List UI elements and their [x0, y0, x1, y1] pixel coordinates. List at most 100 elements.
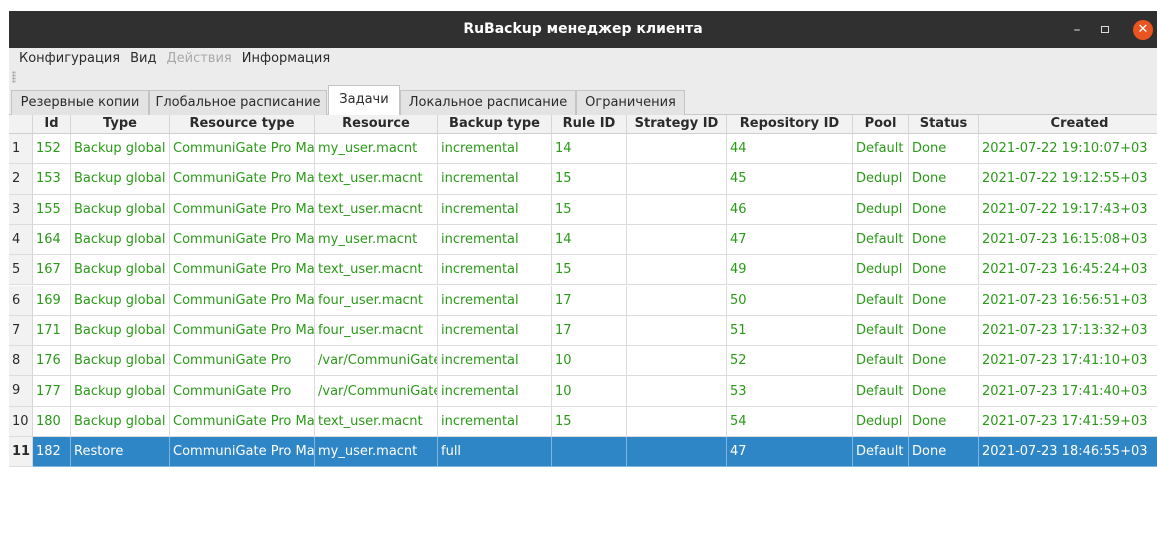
cell-strategy-id	[627, 406, 727, 437]
cell-strategy-id	[627, 255, 727, 286]
cell-resource: my_user.macnt	[315, 134, 438, 165]
row-number[interactable]: 1	[9, 134, 33, 165]
cell-backup-type: incremental	[438, 194, 552, 225]
toolbar-grip-handle[interactable]	[12, 71, 16, 83]
column-header-id[interactable]: Id	[33, 115, 71, 134]
tasks-table: Id Type Resource type Resource Backup type Ru…	[9, 115, 1157, 557]
column-header-repository-id[interactable]: Repository ID	[727, 115, 853, 134]
cell-resource-type: CommuniGate Pro Mail	[170, 285, 315, 316]
table-row[interactable]: 169 Backup global CommuniGate Pro Mail four…	[33, 285, 1157, 316]
column-header-created[interactable]: Created	[979, 115, 1157, 134]
cell-strategy-id	[627, 224, 727, 256]
table-row[interactable]: 177 Backup global CommuniGate Pro/var/Comm…	[33, 376, 1157, 407]
close-button[interactable]: ✕	[1133, 11, 1153, 48]
close-icon: ✕	[1133, 19, 1153, 40]
cell-type: Backup global	[71, 224, 170, 256]
row-number[interactable]: 7	[9, 315, 33, 347]
table-row[interactable]: 152 Backup global CommuniGate Pro Mail my_u…	[33, 134, 1157, 165]
column-header-resource[interactable]: Resource	[315, 115, 438, 134]
table-row[interactable]: 182 Restore CommuniGate Pro Mail my_user.ma…	[33, 437, 1157, 468]
column-header-strategy-id[interactable]: Strategy ID	[627, 115, 727, 134]
row-number[interactable]: 5	[9, 255, 33, 286]
column-header-backup-type[interactable]: Backup type	[438, 115, 552, 134]
menu-information[interactable]: Информация	[242, 51, 330, 66]
cell-strategy-id	[627, 134, 727, 165]
cell-type: Backup global	[71, 134, 170, 165]
row-number[interactable]: 10	[9, 406, 33, 437]
cell-pool: Default	[853, 376, 909, 407]
table-row[interactable]: 164 Backup global CommuniGate Pro Mail my_u…	[33, 224, 1157, 256]
table-row[interactable]: 167 Backup global CommuniGate Pro Mail text…	[33, 255, 1157, 286]
row-number[interactable]: 4	[9, 224, 33, 256]
maximize-icon	[1101, 26, 1109, 33]
cell-type: Backup global	[71, 406, 170, 437]
cell-resource: four_user.macnt	[315, 315, 438, 347]
column-header-status[interactable]: Status	[909, 115, 979, 134]
cell-rule-id: 14	[552, 134, 627, 165]
cell-resource: my_user.macnt	[315, 437, 438, 468]
cell-rule-id: 15	[552, 194, 627, 225]
cell-pool: Default	[853, 285, 909, 316]
cell-repository-id: 44	[727, 134, 853, 165]
cell-resource-type: CommuniGate Pro Mail	[170, 134, 315, 165]
table-row[interactable]: 171 Backup global CommuniGate Pro Mail four…	[33, 315, 1157, 347]
cell-backup-type: incremental	[438, 315, 552, 347]
table-row[interactable]: 155 Backup global CommuniGate Pro Mail text…	[33, 194, 1157, 225]
cell-backup-type: incremental	[438, 285, 552, 316]
cell-status: Done	[909, 437, 979, 468]
column-header-type[interactable]: Type	[71, 115, 170, 134]
row-number[interactable]: 9	[9, 376, 33, 407]
menu-view[interactable]: Вид	[130, 51, 156, 66]
tab-restrictions[interactable]: Ограничения	[576, 90, 685, 115]
cell-type: Backup global	[71, 194, 170, 225]
cell-id: 176	[33, 346, 71, 377]
maximize-button[interactable]	[1092, 11, 1118, 48]
cell-rule-id: 15	[552, 164, 627, 195]
cell-status: Done	[909, 376, 979, 407]
table-row[interactable]: 176 Backup global CommuniGate Pro/var/Comm…	[33, 346, 1157, 377]
cell-backup-type: incremental	[438, 406, 552, 437]
tab-global-schedule[interactable]: Глобальное расписание	[149, 90, 327, 115]
row-number[interactable]: 2	[9, 164, 33, 195]
cell-backup-type: incremental	[438, 376, 552, 407]
cell-created: 2021-07-23 17:13:32+03	[979, 316, 1157, 347]
column-header-pool[interactable]: Pool	[853, 115, 909, 134]
cell-id: 177	[33, 376, 71, 407]
cell-status: Done	[909, 346, 979, 377]
column-header-resource-type[interactable]: Resource type	[170, 115, 315, 134]
table-row[interactable]: 180 Backup global CommuniGate Pro Mail text…	[33, 406, 1157, 437]
cell-rule-id: 17	[552, 315, 627, 347]
cell-backup-type: incremental	[438, 255, 552, 286]
row-number[interactable]: 11	[9, 437, 33, 468]
cell-strategy-id	[627, 285, 727, 316]
cell-status: Done	[909, 164, 979, 195]
row-number[interactable]: 6	[9, 285, 33, 316]
table-row[interactable]: 153 Backup global CommuniGate Pro Mail text…	[33, 164, 1157, 195]
tab-bar: Резервные копии Глобальное расписание За…	[9, 85, 1157, 115]
tab-tasks[interactable]: Задачи	[328, 85, 400, 115]
cell-strategy-id	[627, 376, 727, 407]
menu-configuration[interactable]: Конфигурация	[19, 51, 120, 66]
tab-backups[interactable]: Резервные копии	[11, 90, 149, 115]
cell-created: 2021-07-23 17:41:40+03	[979, 376, 1157, 407]
column-header-rule-id[interactable]: Rule ID	[552, 115, 627, 134]
cell-type: Backup global	[71, 346, 170, 377]
cell-strategy-id	[627, 437, 727, 468]
row-number[interactable]: 3	[9, 194, 33, 225]
cell-type: Backup global	[71, 315, 170, 347]
cell-rule-id: 15	[552, 406, 627, 437]
cell-type: Backup global	[71, 285, 170, 316]
tab-local-schedule[interactable]: Локальное расписание	[400, 90, 576, 115]
cell-id: 153	[33, 164, 71, 195]
menu-bar: Конфигурация Вид Действия Информация	[9, 48, 1157, 69]
cell-rule-id: 10	[552, 346, 627, 377]
cell-backup-type: full	[438, 437, 552, 468]
cell-resource-type: CommuniGate Pro Mail	[170, 437, 315, 468]
cell-type: Backup global	[71, 376, 170, 407]
cell-pool: Dedupl	[853, 406, 909, 437]
cell-repository-id: 45	[727, 164, 853, 195]
minimize-button[interactable]: –	[1064, 11, 1090, 48]
row-number[interactable]: 8	[9, 346, 33, 377]
cell-id: 155	[33, 194, 71, 225]
cell-strategy-id	[627, 164, 727, 195]
